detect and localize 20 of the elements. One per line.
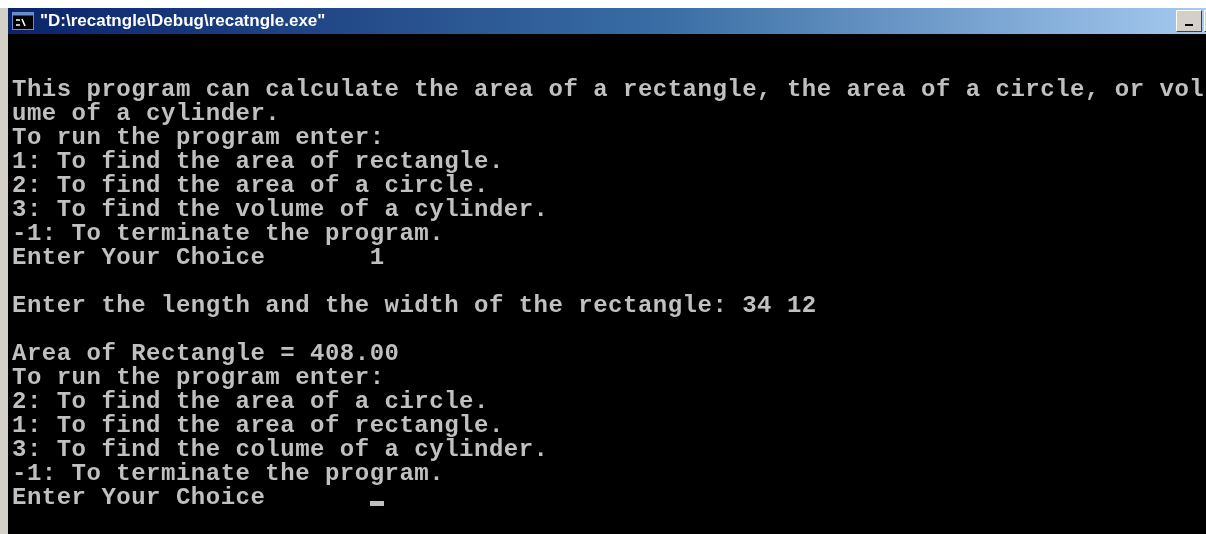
console-line: Enter Your Choice <box>12 486 267 510</box>
console-line: 1: To find the area of rectangle. <box>12 150 504 174</box>
minimize-icon <box>1185 24 1193 26</box>
console-line: Area of Rectangle = 408.00 <box>12 342 400 366</box>
console-line: Enter the length and the width of the rectangle: 34 12 <box>12 294 817 318</box>
console-line: -1: To terminate the program. <box>12 462 445 486</box>
console-line: 1: To find the area of rectangle. <box>12 414 504 438</box>
console-line: -1: To terminate the program. <box>12 222 445 246</box>
console-line: To run the program enter: <box>12 126 385 150</box>
console-line: This program can calculate the area of a rectangle, the area of a circle, or vol <box>12 78 1205 102</box>
console-line: To run the program enter: <box>12 366 385 390</box>
minimize-button[interactable] <box>1176 10 1202 32</box>
window-title: "D:\recatngle\Debug\recatngle.exe" <box>40 11 327 31</box>
console-line: 3: To find the volume of a cylinder. <box>12 198 549 222</box>
console-line: 3: To find the colume of a cylinder. <box>12 438 549 462</box>
console-line: ume of a cylinder. <box>12 102 281 126</box>
console-icon <box>12 12 34 30</box>
console-line: 2: To find the area of a circle. <box>12 390 489 414</box>
console-line: Enter Your Choice 1 <box>12 246 385 270</box>
console-line: 2: To find the area of a circle. <box>12 174 489 198</box>
